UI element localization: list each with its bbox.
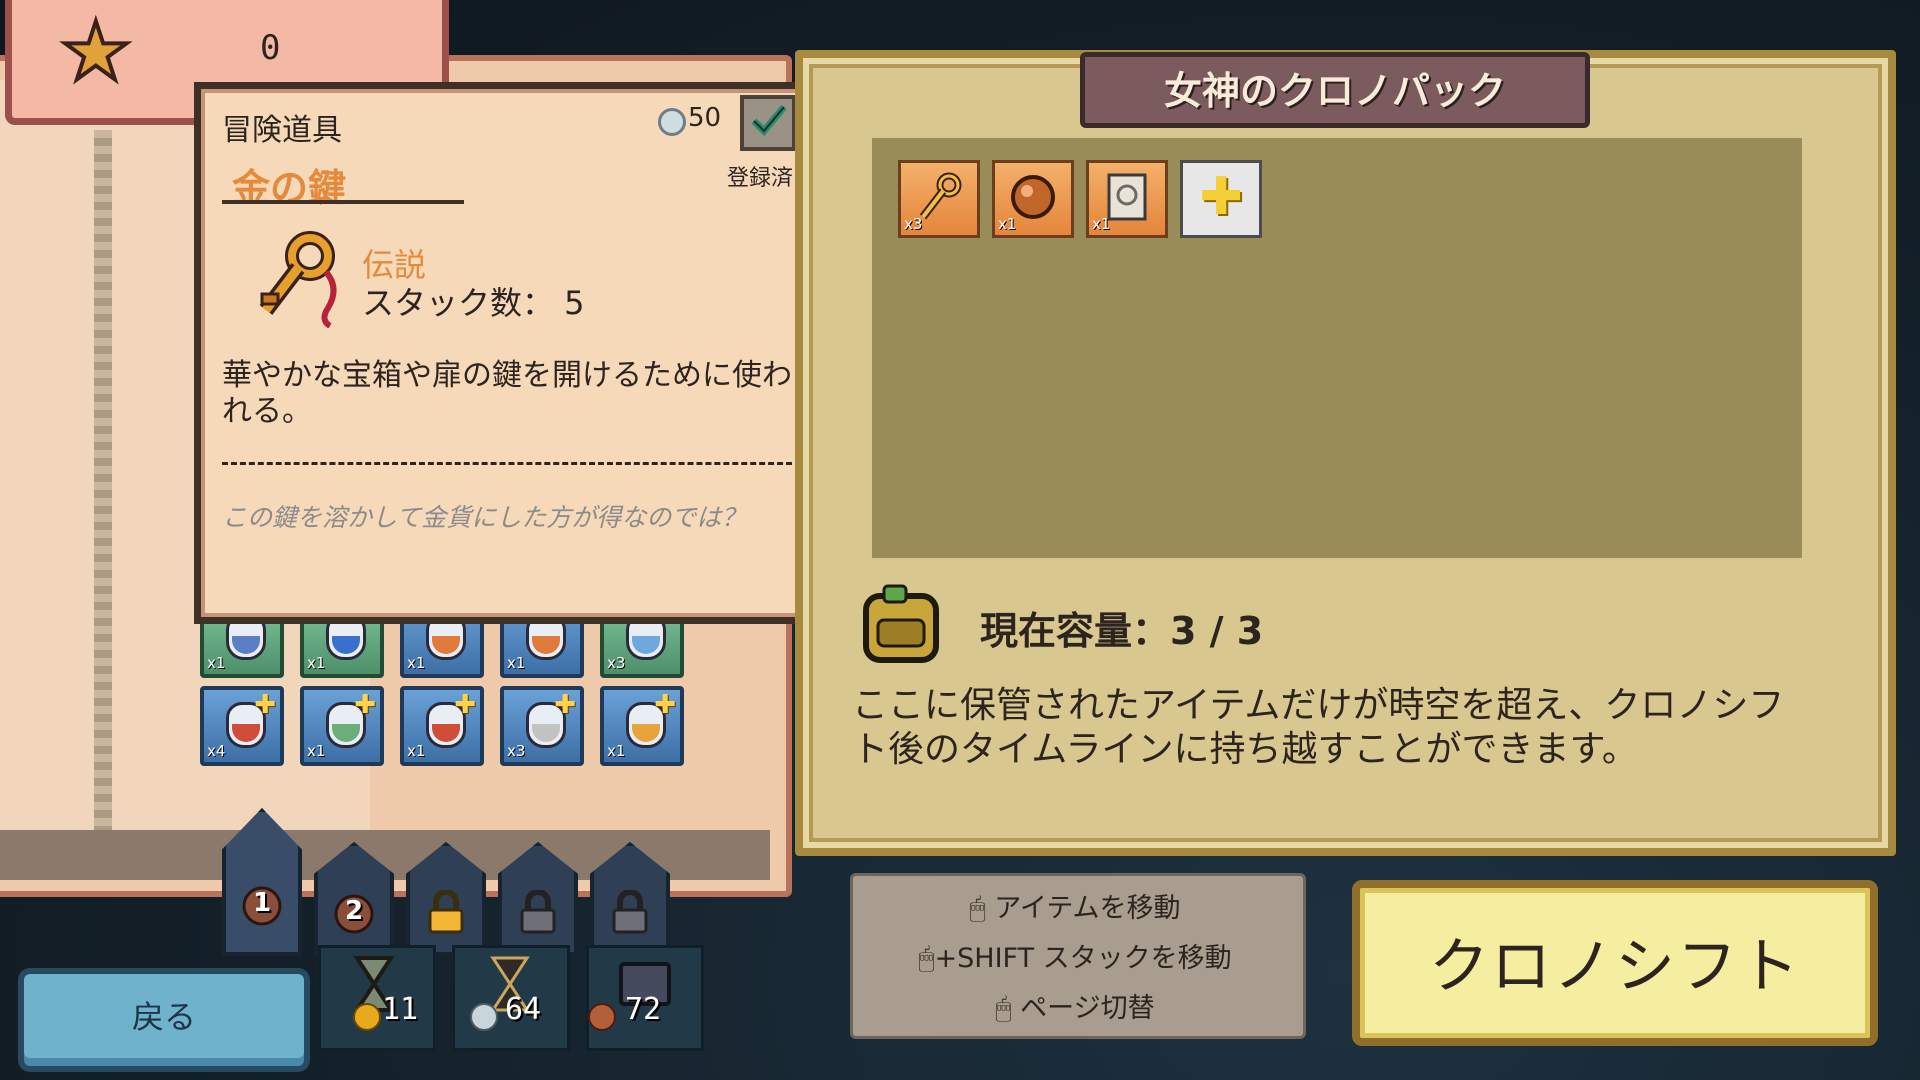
score-value: 0 [260, 28, 281, 68]
hint-switch-page: 🖱 ページ切替 [850, 986, 1300, 1025]
add-slot-button[interactable]: ✚ [1180, 160, 1262, 238]
inventory-slot[interactable]: ✚ x3 [500, 686, 584, 766]
star-icon: ★ [58, 5, 134, 98]
slot-count: x3 [607, 654, 626, 672]
item-cost: 50 [688, 103, 722, 133]
resource-value: 64 [505, 992, 542, 1027]
left-click-icon: 🖱 [969, 893, 995, 924]
hint-move-stack-text: +SHIFT スタックを移動 [934, 943, 1232, 974]
inventory-slot[interactable]: ✚ x1 [400, 686, 484, 766]
resource-hourglass [318, 945, 436, 1051]
slot-count: x1 [207, 654, 226, 672]
resource-value: 11 [382, 992, 419, 1027]
lock-icon [516, 889, 560, 934]
capacity-label: 現在容量：3 / 3 [980, 609, 1264, 653]
inventory-slot[interactable]: ✚ x1 [300, 686, 384, 766]
tab-label: 1 [252, 888, 272, 918]
item-stack-size: スタック数： 5 [362, 284, 585, 322]
gold-key-icon [248, 228, 348, 332]
backpack-icon [852, 582, 952, 672]
slot-count: x4 [207, 742, 226, 760]
chrono-slot[interactable]: x1 [992, 160, 1074, 238]
scroll-wheel-icon: 🖱 [995, 993, 1021, 1024]
tab-label: 2 [344, 896, 364, 926]
chrono-slot[interactable]: x3 [898, 160, 980, 238]
upgrade-plus-icon: ✚ [554, 690, 576, 720]
hint-move-item-text: アイテムを移動 [994, 893, 1181, 924]
hint-switch-page-text: ページ切替 [1020, 993, 1155, 1024]
resource-value: 72 [625, 992, 662, 1027]
slot-count: x3 [904, 215, 923, 233]
book-spine [94, 130, 112, 875]
upgrade-plus-icon: ✚ [354, 690, 376, 720]
hint-move-item: 🖱 アイテムを移動 [850, 886, 1300, 925]
back-button-label: 戻る [131, 998, 196, 1036]
plus-icon: ✚ [1199, 167, 1243, 227]
chrono-pack-info: ここに保管されたアイテムだけが時空を超え、クロノシフト後のタイムラインに持ち越す… [852, 685, 1785, 770]
slot-count: x1 [307, 654, 326, 672]
lock-icon [608, 889, 652, 934]
chrono-pack-title: 女神のクロノパック [1163, 69, 1506, 113]
silver-coin-icon [470, 1003, 498, 1031]
bag-icon: 2 [332, 890, 376, 934]
hint-move-stack: 🖱+SHIFT スタックを移動 [850, 936, 1300, 975]
copper-coin-icon [588, 1003, 616, 1031]
slot-count: x1 [407, 742, 426, 760]
tooltip-divider [222, 462, 792, 465]
slot-count: x1 [998, 215, 1017, 233]
lock-icon [424, 889, 468, 934]
slot-count: x1 [307, 742, 326, 760]
left-click-icon: 🖱 [918, 943, 935, 974]
bag-icon: 1 [240, 882, 284, 926]
silver-coin-icon [658, 108, 686, 136]
chrono-shift-label: クロノシフト [1429, 932, 1801, 1002]
slot-count: x1 [1092, 215, 1111, 233]
slot-count: x1 [507, 654, 526, 672]
gold-coin-icon [353, 1003, 381, 1031]
upgrade-plus-icon: ✚ [454, 690, 476, 720]
inventory-slot[interactable]: ✚ x4 [200, 686, 284, 766]
slot-count: x1 [607, 742, 626, 760]
inventory-slot[interactable]: ✚ x1 [600, 686, 684, 766]
name-underline [222, 200, 464, 204]
item-description: 華やかな宝箱や扉の鍵を開けるために使われる。 [222, 358, 792, 429]
slot-count: x3 [507, 742, 526, 760]
upgrade-plus-icon: ✚ [254, 690, 276, 720]
upgrade-plus-icon: ✚ [654, 690, 676, 720]
registered-label: 登録済 [727, 166, 794, 191]
item-flavor-text: この鍵を溶かして金貨にした方が得なのでは？ [222, 503, 747, 532]
chrono-slot[interactable]: x1 [1086, 160, 1168, 238]
slot-count: x1 [407, 654, 426, 672]
registered-check-icon [740, 95, 796, 151]
item-category: 冒険道具 [222, 113, 342, 148]
